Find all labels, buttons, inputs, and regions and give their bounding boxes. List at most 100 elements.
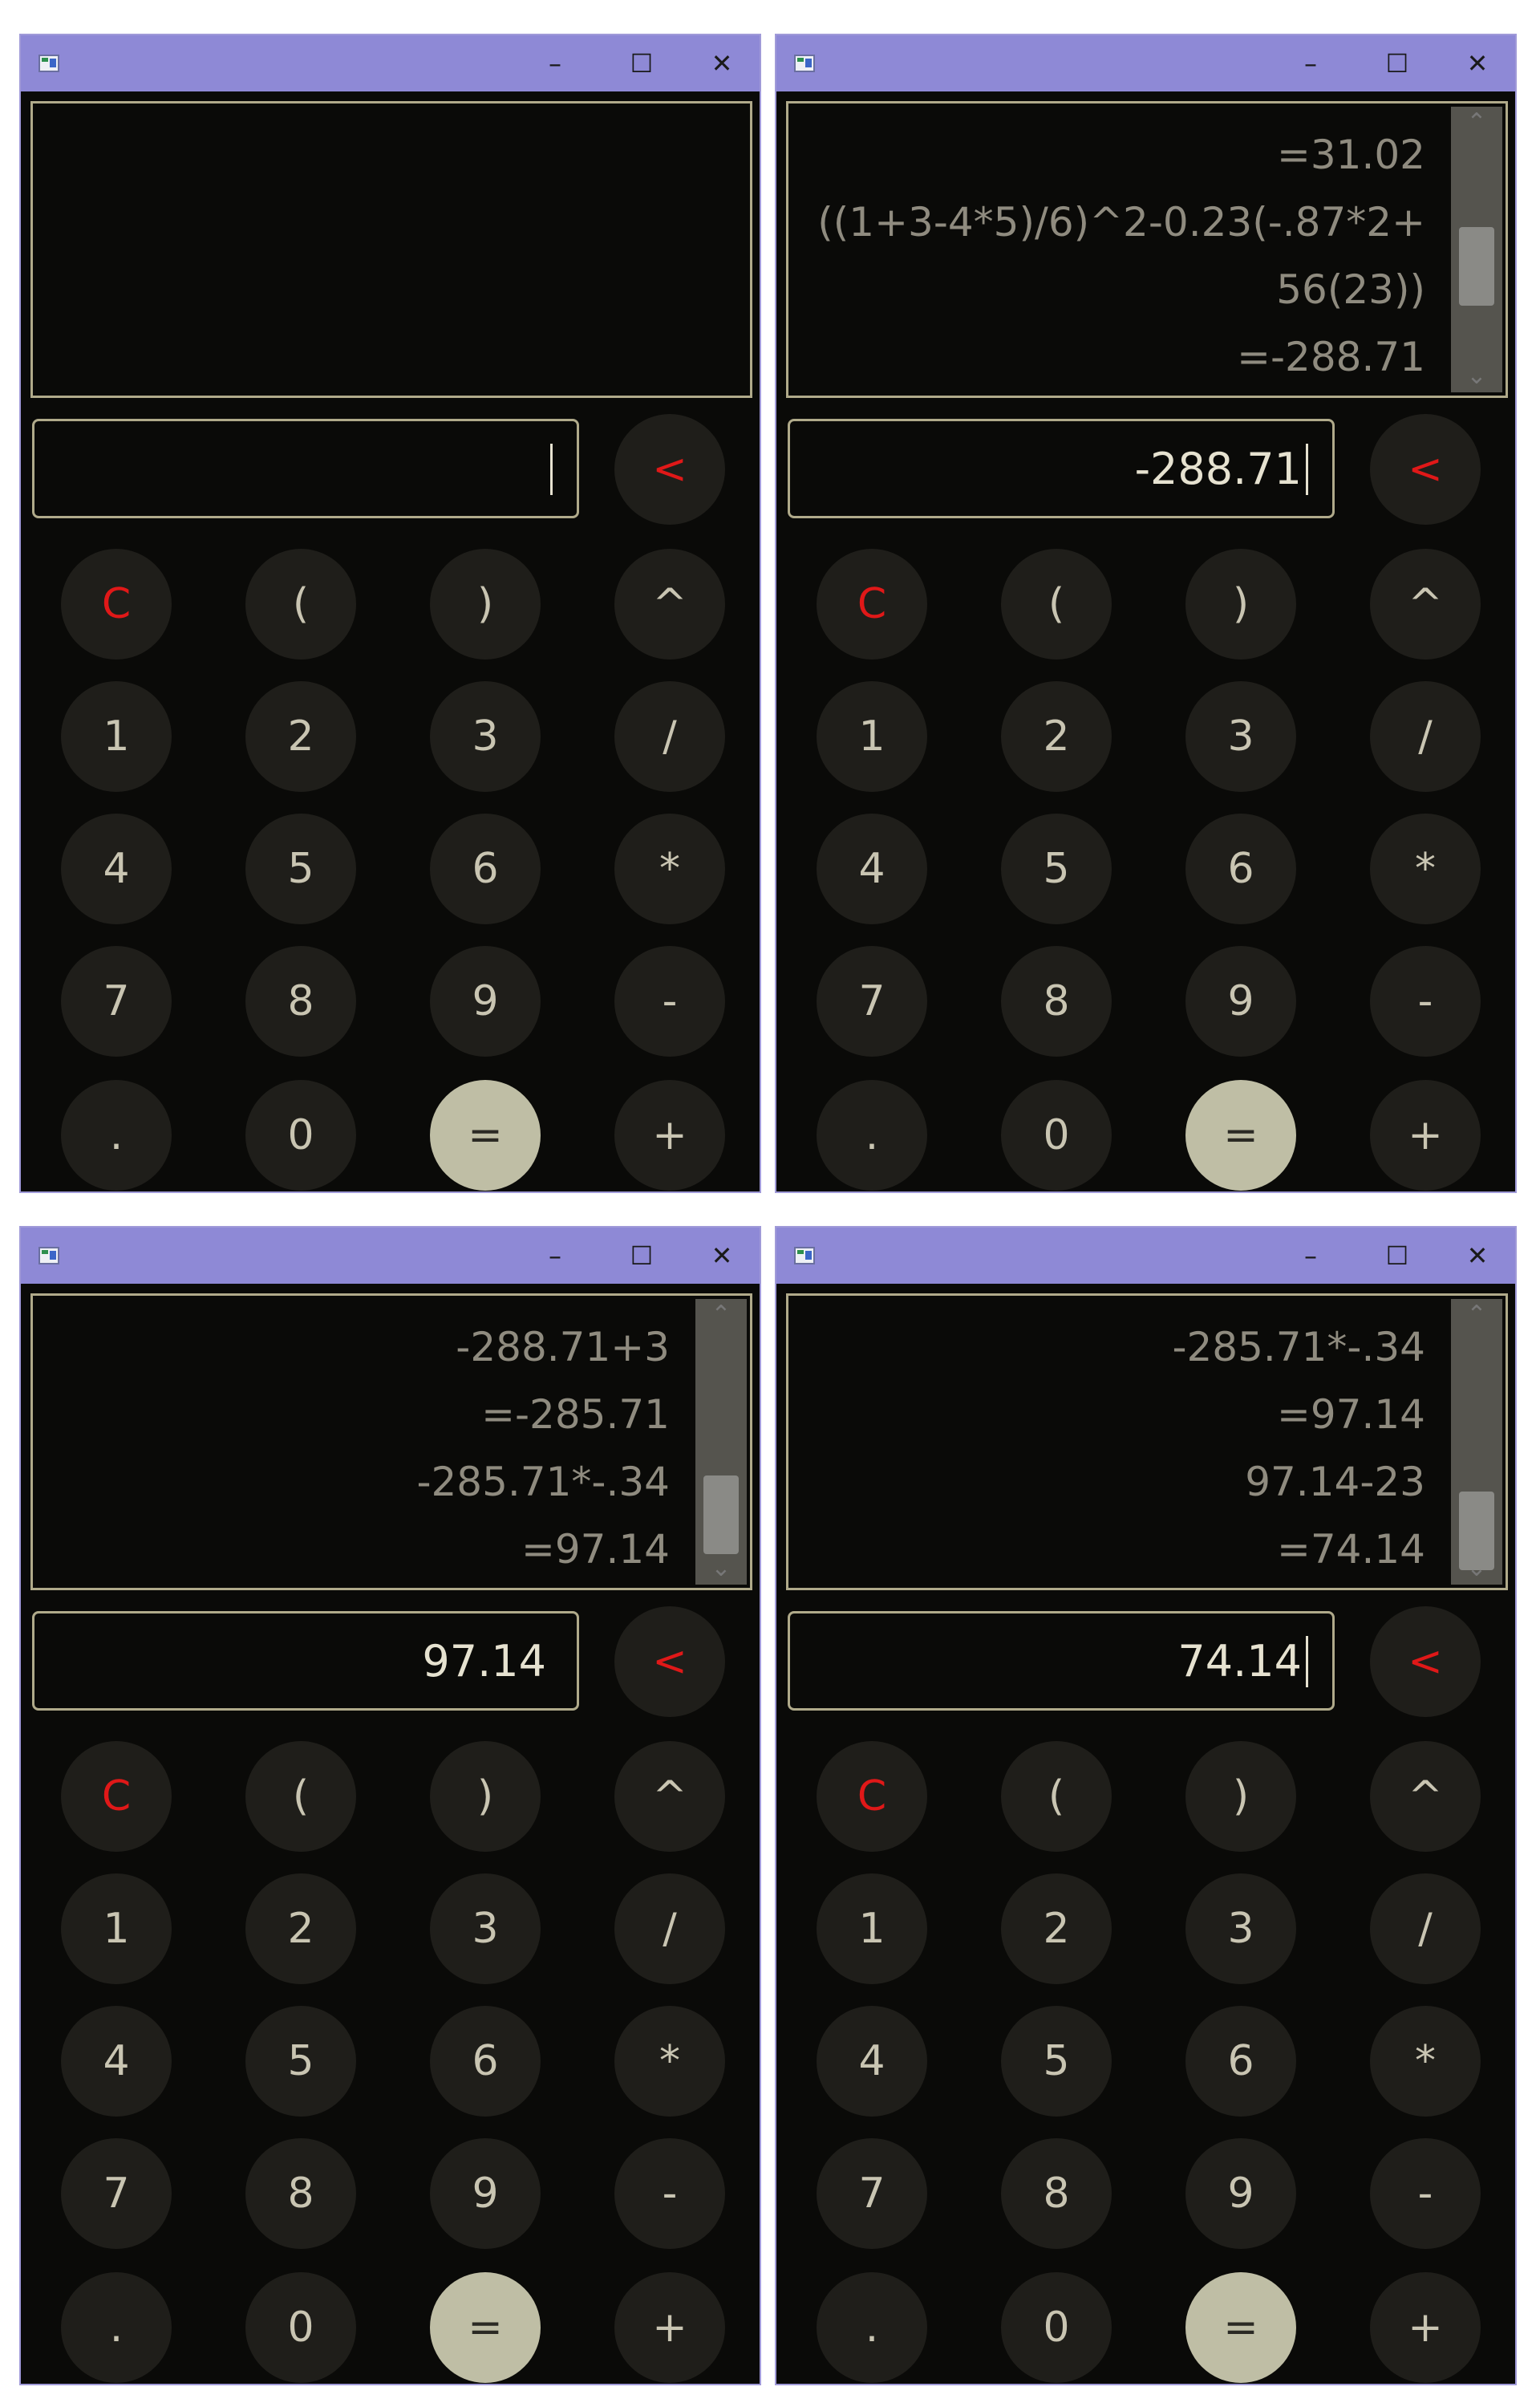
key-five[interactable]: 5 (1001, 814, 1112, 924)
history-scrollbar[interactable]: ⌃ ⌄ (1451, 107, 1502, 392)
key-three[interactable]: 3 (1185, 681, 1296, 792)
key-eight[interactable]: 8 (1001, 946, 1112, 1057)
key-divide[interactable]: / (614, 1873, 725, 1984)
minimize-button[interactable]: – (1291, 43, 1331, 83)
key-equals[interactable]: = (1185, 2272, 1296, 2383)
key-seven[interactable]: 7 (817, 946, 927, 1057)
key-four[interactable]: 4 (61, 814, 172, 924)
key-six[interactable]: 6 (430, 814, 541, 924)
key-five[interactable]: 5 (245, 2006, 356, 2117)
backspace-button[interactable]: < (614, 414, 725, 525)
expression-input[interactable]: 97.14 (32, 1611, 579, 1711)
key-six[interactable]: 6 (1185, 814, 1296, 924)
maximize-button[interactable]: ☐ (1377, 43, 1417, 83)
key-one[interactable]: 1 (61, 1873, 172, 1984)
key-power[interactable]: ^ (1370, 1741, 1481, 1852)
backspace-button[interactable]: < (1370, 414, 1481, 525)
key-four[interactable]: 4 (817, 2006, 927, 2117)
key-plus[interactable]: + (1370, 2272, 1481, 2383)
key-two[interactable]: 2 (245, 1873, 356, 1984)
history-scrollbar[interactable]: ⌃ ⌄ (1451, 1299, 1502, 1585)
scroll-down-icon[interactable]: ⌄ (695, 1553, 747, 1585)
key-four[interactable]: 4 (817, 814, 927, 924)
key-eight[interactable]: 8 (245, 2138, 356, 2249)
key-clear[interactable]: C (817, 549, 927, 660)
key-rparen[interactable]: ) (430, 549, 541, 660)
key-lparen[interactable]: ( (245, 1741, 356, 1852)
key-two[interactable]: 2 (1001, 1873, 1112, 1984)
key-divide[interactable]: / (1370, 1873, 1481, 1984)
key-clear[interactable]: C (61, 549, 172, 660)
minimize-button[interactable]: – (535, 43, 575, 83)
scroll-thumb[interactable] (703, 1475, 739, 1554)
key-two[interactable]: 2 (245, 681, 356, 792)
key-power[interactable]: ^ (614, 1741, 725, 1852)
key-decimal[interactable]: . (817, 1080, 927, 1191)
key-lparen[interactable]: ( (245, 549, 356, 660)
scroll-up-icon[interactable]: ⌃ (1451, 107, 1502, 139)
close-button[interactable]: ✕ (702, 1236, 742, 1276)
key-one[interactable]: 1 (61, 681, 172, 792)
key-zero[interactable]: 0 (1001, 1080, 1112, 1191)
key-one[interactable]: 1 (817, 1873, 927, 1984)
key-seven[interactable]: 7 (61, 2138, 172, 2249)
key-plus[interactable]: + (1370, 1080, 1481, 1191)
minimize-button[interactable]: – (535, 1236, 575, 1276)
scroll-up-icon[interactable]: ⌃ (695, 1299, 747, 1331)
expression-input[interactable]: 74.14 (788, 1611, 1335, 1711)
key-three[interactable]: 3 (430, 1873, 541, 1984)
key-power[interactable]: ^ (614, 549, 725, 660)
key-eight[interactable]: 8 (1001, 2138, 1112, 2249)
key-minus[interactable]: - (614, 2138, 725, 2249)
key-minus[interactable]: - (614, 946, 725, 1057)
key-divide[interactable]: / (1370, 681, 1481, 792)
key-power[interactable]: ^ (1370, 549, 1481, 660)
expression-input[interactable] (32, 419, 579, 518)
scroll-down-icon[interactable]: ⌄ (1451, 1553, 1502, 1585)
key-divide[interactable]: / (614, 681, 725, 792)
history-scrollbar[interactable]: ⌃ ⌄ (695, 1299, 747, 1585)
key-one[interactable]: 1 (817, 681, 927, 792)
key-lparen[interactable]: ( (1001, 549, 1112, 660)
scroll-down-icon[interactable]: ⌄ (1451, 360, 1502, 392)
key-zero[interactable]: 0 (1001, 2272, 1112, 2383)
key-four[interactable]: 4 (61, 2006, 172, 2117)
key-nine[interactable]: 9 (1185, 946, 1296, 1057)
key-equals[interactable]: = (1185, 1080, 1296, 1191)
key-seven[interactable]: 7 (817, 2138, 927, 2249)
expression-input[interactable]: -288.71 (788, 419, 1335, 518)
key-zero[interactable]: 0 (245, 2272, 356, 2383)
key-three[interactable]: 3 (430, 681, 541, 792)
key-equals[interactable]: = (430, 2272, 541, 2383)
key-plus[interactable]: + (614, 1080, 725, 1191)
key-five[interactable]: 5 (1001, 2006, 1112, 2117)
maximize-button[interactable]: ☐ (1377, 1236, 1417, 1276)
key-equals[interactable]: = (430, 1080, 541, 1191)
scroll-thumb[interactable] (1459, 227, 1494, 306)
close-button[interactable]: ✕ (1457, 1236, 1497, 1276)
key-zero[interactable]: 0 (245, 1080, 356, 1191)
key-eight[interactable]: 8 (245, 946, 356, 1057)
key-three[interactable]: 3 (1185, 1873, 1296, 1984)
key-six[interactable]: 6 (430, 2006, 541, 2117)
close-button[interactable]: ✕ (1457, 43, 1497, 83)
key-nine[interactable]: 9 (430, 2138, 541, 2249)
minimize-button[interactable]: – (1291, 1236, 1331, 1276)
maximize-button[interactable]: ☐ (622, 43, 662, 83)
key-rparen[interactable]: ) (430, 1741, 541, 1852)
key-nine[interactable]: 9 (430, 946, 541, 1057)
key-nine[interactable]: 9 (1185, 2138, 1296, 2249)
key-seven[interactable]: 7 (61, 946, 172, 1057)
backspace-button[interactable]: < (1370, 1606, 1481, 1717)
key-multiply[interactable]: * (1370, 814, 1481, 924)
close-button[interactable]: ✕ (702, 43, 742, 83)
scroll-up-icon[interactable]: ⌃ (1451, 1299, 1502, 1331)
key-five[interactable]: 5 (245, 814, 356, 924)
key-rparen[interactable]: ) (1185, 1741, 1296, 1852)
key-decimal[interactable]: . (817, 2272, 927, 2383)
key-minus[interactable]: - (1370, 2138, 1481, 2249)
key-decimal[interactable]: . (61, 1080, 172, 1191)
key-multiply[interactable]: * (614, 2006, 725, 2117)
key-decimal[interactable]: . (61, 2272, 172, 2383)
key-minus[interactable]: - (1370, 946, 1481, 1057)
